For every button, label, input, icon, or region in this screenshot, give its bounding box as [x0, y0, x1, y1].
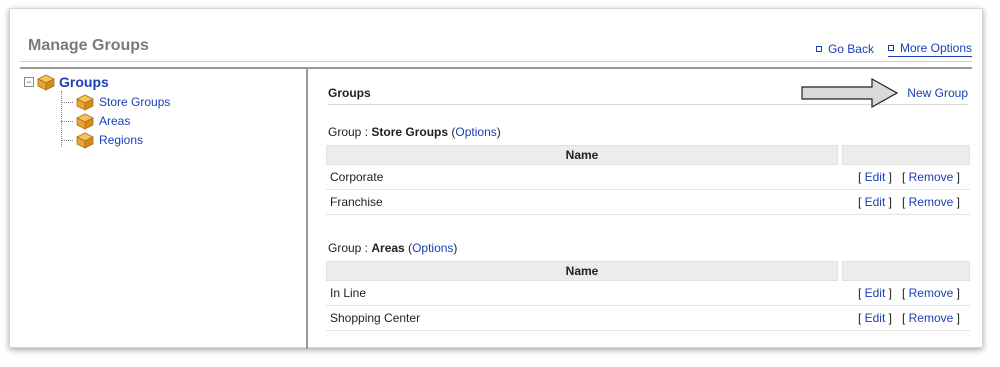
group-prefix: Group :	[328, 241, 372, 255]
tree-connector	[61, 139, 73, 141]
row-actions: [ Edit ] [ Remove ]	[857, 286, 960, 300]
box-icon	[37, 74, 55, 91]
actions-column-header	[842, 145, 970, 165]
remove-link[interactable]: Remove	[909, 286, 954, 300]
tree-item-regions[interactable]: Regions	[61, 131, 143, 149]
section-title: Groups	[328, 86, 371, 100]
go-back-link[interactable]: Go Back	[815, 41, 874, 57]
tree-item-label: Store Groups	[99, 95, 171, 109]
tree-item-areas[interactable]: Areas	[61, 112, 130, 130]
header-links: Go Back More Options	[815, 41, 972, 57]
manage-groups-window: Manage Groups Go Back More Options − Gro…	[9, 8, 983, 351]
edit-link[interactable]: Edit	[865, 195, 886, 209]
square-bullet-icon	[815, 46, 822, 52]
name-column-header: Name	[326, 145, 838, 165]
go-back-label: Go Back	[827, 42, 874, 56]
options-link[interactable]: Options	[455, 125, 496, 139]
row-actions: [ Edit ] [ Remove ]	[857, 170, 960, 184]
table-row: In Line [ Edit ] [ Remove ]	[326, 281, 970, 306]
edit-link[interactable]: Edit	[865, 286, 886, 300]
table-header: Name	[326, 145, 970, 165]
areas-table: Name In Line [ Edit ] [ Remove ] Shoppin…	[326, 261, 970, 331]
new-group-link[interactable]: New Group	[907, 86, 968, 100]
content-area: − Groups Store Groups Areas Regions Grou…	[20, 67, 972, 351]
tree-item-label: Areas	[99, 114, 131, 128]
remove-link[interactable]: Remove	[909, 170, 954, 184]
page-title: Manage Groups	[28, 37, 149, 54]
square-bullet-icon	[887, 45, 894, 51]
remove-link[interactable]: Remove	[909, 311, 954, 325]
page-header: Manage Groups Go Back More Options	[20, 35, 972, 62]
box-icon	[76, 94, 94, 111]
more-options-link[interactable]: More Options	[887, 41, 972, 57]
table-header: Name	[326, 261, 970, 281]
tree-item-store-groups[interactable]: Store Groups	[61, 93, 170, 111]
row-name: Shopping Center	[330, 311, 421, 325]
tree-item-label: Regions	[99, 133, 144, 147]
box-icon	[76, 132, 94, 149]
row-name: Franchise	[330, 195, 383, 209]
collapse-toggle-icon[interactable]: −	[24, 77, 34, 87]
groups-detail-pane: Groups New Group Group : Store Groups (O…	[318, 69, 972, 349]
actions-column-header	[842, 261, 970, 281]
tree-connector	[61, 120, 73, 122]
row-name: In Line	[330, 286, 367, 300]
more-options-label: More Options	[899, 41, 972, 55]
options-link[interactable]: Options	[412, 241, 453, 255]
row-actions: [ Edit ] [ Remove ]	[857, 311, 960, 325]
row-name: Corporate	[330, 170, 384, 184]
remove-link[interactable]: Remove	[909, 195, 954, 209]
group-caption-areas: Group : Areas (Options)	[328, 241, 458, 255]
group-prefix: Group :	[328, 125, 372, 139]
edit-link[interactable]: Edit	[865, 311, 886, 325]
section-header: Groups New Group	[328, 77, 968, 109]
table-row: Shopping Center [ Edit ] [ Remove ]	[326, 306, 970, 331]
group-name: Store Groups	[371, 125, 449, 139]
box-icon	[76, 113, 94, 130]
store-groups-table: Name Corporate [ Edit ] [ Remove ] Franc…	[326, 145, 970, 215]
tree-root-label: Groups	[59, 74, 109, 90]
arrow-right-icon	[801, 77, 899, 109]
row-actions: [ Edit ] [ Remove ]	[857, 195, 960, 209]
groups-tree-pane: − Groups Store Groups Areas Regions	[20, 69, 308, 349]
name-column-header: Name	[326, 261, 838, 281]
tree-connector	[61, 101, 73, 103]
table-row: Franchise [ Edit ] [ Remove ]	[326, 190, 970, 215]
edit-link[interactable]: Edit	[865, 170, 886, 184]
tree-root-groups[interactable]: − Groups	[24, 73, 109, 91]
group-caption-store-groups: Group : Store Groups (Options)	[328, 125, 501, 139]
table-row: Corporate [ Edit ] [ Remove ]	[326, 165, 970, 190]
group-name: Areas	[371, 241, 405, 255]
